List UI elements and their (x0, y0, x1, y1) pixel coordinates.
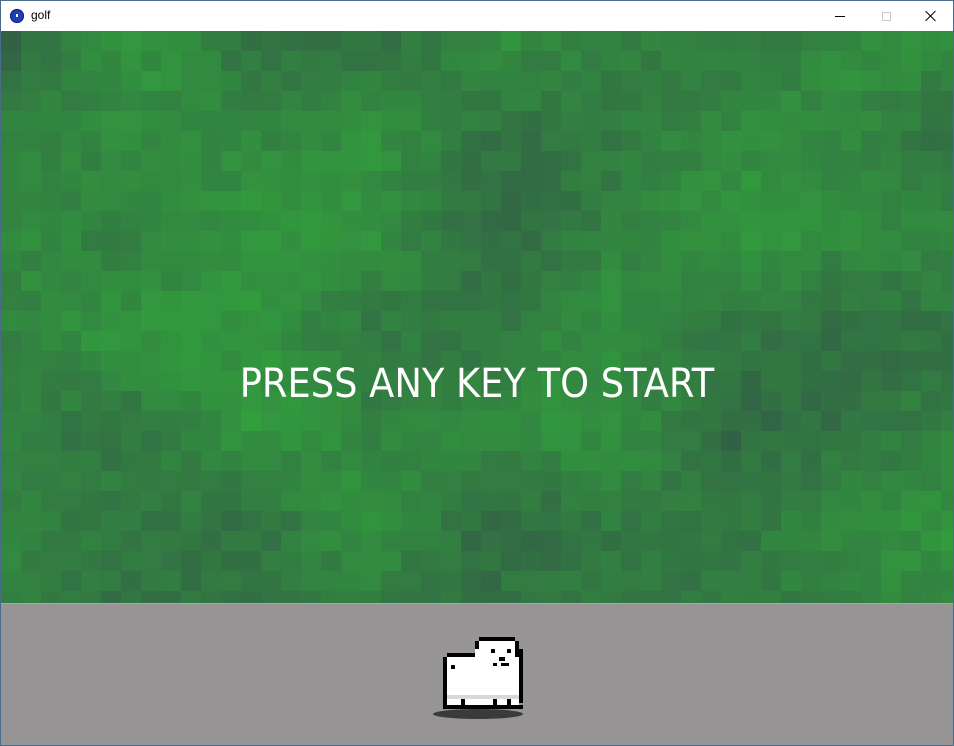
maximize-icon (881, 11, 891, 21)
close-icon (925, 10, 937, 22)
dog-sprite (443, 637, 523, 709)
window-title: golf (31, 8, 51, 22)
start-prompt: PRESS ANY KEY TO START (239, 361, 715, 407)
minimize-button[interactable] (817, 1, 863, 31)
app-icon (10, 9, 24, 23)
minimize-icon (835, 15, 845, 17)
app-window: golf PRESS ANY KEY TO START (0, 0, 954, 746)
close-button[interactable] (908, 1, 953, 31)
game-canvas[interactable]: PRESS ANY KEY TO START (1, 31, 953, 745)
grass-background (1, 31, 953, 603)
title-bar[interactable]: golf (1, 1, 953, 31)
maximize-button[interactable] (863, 1, 909, 31)
